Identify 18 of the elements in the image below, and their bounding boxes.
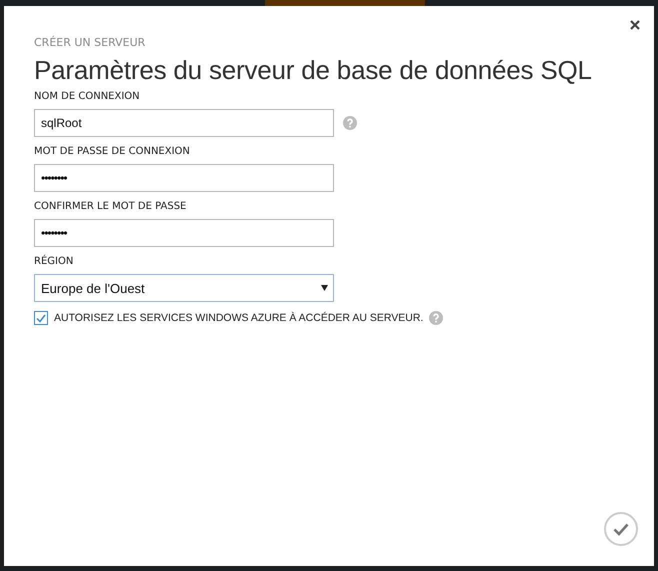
field-label: NOM DE CONNEXION	[34, 91, 141, 104]
field-label: RÉGION	[34, 256, 74, 269]
field-label: CONFIRMER LE MOT DE PASSE	[34, 201, 188, 214]
input-field[interactable]: sqlRoot	[34, 109, 334, 137]
check-icon	[613, 522, 629, 536]
checkbox[interactable]	[34, 311, 48, 325]
region-dropdown[interactable]: Europe de l'Ouest	[34, 274, 334, 302]
close-icon[interactable]	[630, 20, 640, 30]
confirm-check-button[interactable]	[604, 512, 638, 546]
dialog-title: Paramètres du serveur de base de données SQL	[34, 55, 593, 86]
password-field[interactable]: ••••••••	[34, 219, 334, 247]
password-field[interactable]: ••••••••	[34, 164, 334, 192]
help-icon[interactable]	[429, 311, 444, 325]
help-icon[interactable]	[343, 116, 357, 130]
checkbox-label: AUTORISEZ LES SERVICES WINDOWS AZURE À ACCÉDER AU SERVEUR.	[54, 312, 424, 324]
field-label: MOT DE PASSE DE CONNEXION	[34, 146, 191, 159]
dialog-subtitle: CRÉER UN SERVEUR	[34, 36, 146, 49]
caret-icon	[321, 285, 328, 291]
